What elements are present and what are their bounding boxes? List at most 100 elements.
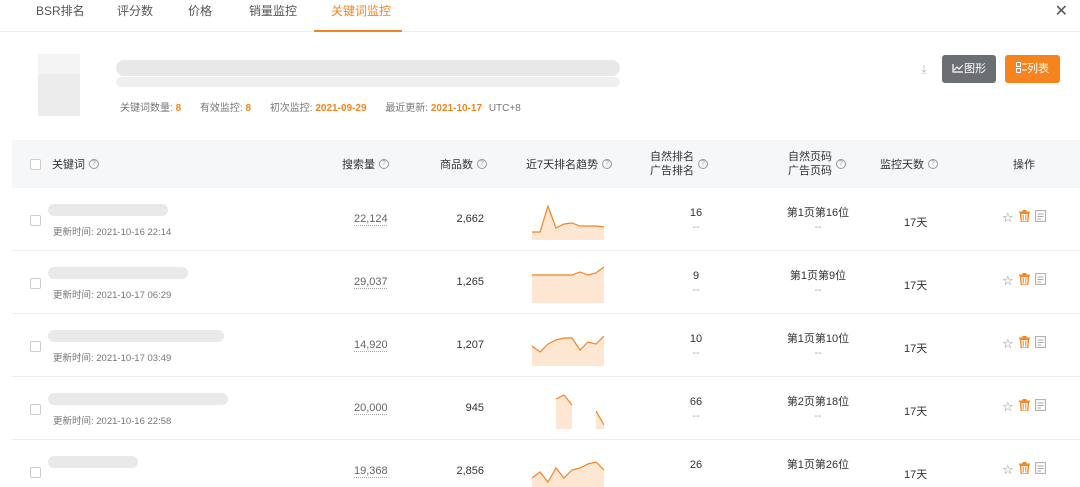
col-keyword-label: 关键词 [52, 156, 85, 172]
row-actions: ☆ [1002, 462, 1046, 478]
chart-view-button[interactable]: 图形 [942, 55, 996, 83]
product-title-redacted [116, 60, 620, 76]
row-checkbox[interactable] [30, 404, 41, 415]
goods-count: 1,207 [424, 339, 484, 351]
close-icon[interactable]: ✕ [1055, 2, 1068, 22]
rank-cell: 66 -- [676, 395, 716, 423]
valid-monitor-label: 有效监控: [200, 103, 243, 114]
col-search-volume: 搜索量? [342, 140, 389, 188]
keyword-text-redacted[interactable] [48, 204, 168, 216]
tab-rating-count[interactable]: 评分数 [117, 0, 153, 32]
goods-count: 945 [424, 402, 484, 414]
ad-rank: -- [676, 283, 716, 297]
help-icon[interactable]: ? [89, 159, 99, 169]
ad-page: -- [778, 409, 858, 423]
natural-page: 第1页第16位 [778, 206, 858, 220]
page-cell: 第1页第16位 -- [778, 206, 858, 234]
trend-area [532, 336, 604, 366]
keyword-text-redacted[interactable] [48, 456, 138, 468]
product-subtitle-redacted [116, 77, 620, 87]
help-icon[interactable]: ? [928, 159, 938, 169]
help-icon[interactable]: ? [602, 159, 612, 169]
chart-line-icon [952, 63, 964, 73]
natural-rank: 9 [676, 269, 716, 283]
star-icon[interactable]: ☆ [1002, 210, 1014, 226]
col-search-label: 搜索量 [342, 156, 375, 172]
trash-icon[interactable] [1019, 399, 1030, 415]
page-cell: 第1页第10位 -- [778, 332, 858, 360]
trend-sparkline[interactable] [532, 326, 604, 366]
table-row: 19,368 2,856 26 第1页第26位 17天 ☆ [12, 440, 1080, 487]
trash-icon[interactable] [1019, 336, 1030, 352]
note-icon[interactable] [1035, 462, 1046, 478]
goods-count: 2,856 [424, 465, 484, 477]
note-icon[interactable] [1035, 210, 1046, 226]
trash-icon[interactable] [1019, 273, 1030, 289]
list-view-label: 列表 [1027, 63, 1049, 75]
trend-sparkline[interactable] [532, 389, 604, 429]
tab-sales-monitor[interactable]: 销量监控 [249, 0, 297, 32]
trend-line [532, 267, 604, 275]
search-volume[interactable]: 22,124 [354, 213, 388, 225]
tab-bsr-rank[interactable]: BSR排名 [36, 0, 85, 32]
note-icon[interactable] [1035, 336, 1046, 352]
ad-page: -- [778, 220, 858, 234]
tab-price[interactable]: 价格 [188, 0, 212, 32]
help-icon[interactable]: ? [698, 159, 708, 169]
row-checkbox[interactable] [30, 215, 41, 226]
search-volume[interactable]: 19,368 [354, 465, 388, 477]
row-checkbox[interactable] [30, 467, 41, 478]
keyword-count-label: 关键词数量: [120, 103, 173, 114]
note-icon[interactable] [1035, 399, 1046, 415]
row-checkbox[interactable] [30, 278, 41, 289]
search-volume[interactable]: 29,037 [354, 276, 388, 288]
col-actions-label: 操作 [1013, 156, 1035, 172]
trash-icon[interactable] [1019, 462, 1030, 478]
select-all-checkbox[interactable] [30, 159, 41, 170]
help-icon[interactable]: ? [379, 159, 389, 169]
timezone-label: UTC+8 [489, 103, 521, 114]
col-rank: 自然排名 广告排名? [650, 140, 708, 188]
updated-time: 更新时间: 2021-10-17 06:29 [53, 287, 171, 301]
row-actions: ☆ [1002, 210, 1046, 226]
keyword-text-redacted[interactable] [48, 267, 188, 279]
natural-rank: 66 [676, 395, 716, 409]
star-icon[interactable]: ☆ [1002, 273, 1014, 289]
last-update-label: 最近更新: [385, 103, 428, 114]
trend-sparkline[interactable] [532, 263, 604, 303]
rank-cell: 16 -- [676, 206, 716, 234]
goods-count: 2,662 [424, 213, 484, 225]
natural-page: 第1页第26位 [778, 458, 858, 472]
chart-view-label: 图形 [964, 63, 986, 75]
natural-rank: 10 [676, 332, 716, 346]
natural-rank: 26 [676, 458, 716, 472]
page-cell: 第1页第9位 -- [778, 269, 858, 297]
keyword-count-value: 8 [176, 103, 182, 114]
note-icon[interactable] [1035, 273, 1046, 289]
star-icon[interactable]: ☆ [1002, 462, 1014, 478]
page-cell: 第2页第18位 -- [778, 395, 858, 423]
trend-sparkline[interactable] [532, 452, 604, 487]
list-view-button[interactable]: 列表 [1005, 55, 1060, 83]
search-volume[interactable]: 20,000 [354, 402, 388, 414]
row-actions: ☆ [1002, 336, 1046, 352]
star-icon[interactable]: ☆ [1002, 336, 1014, 352]
download-icon[interactable]: ⤓ [916, 62, 932, 78]
col-keyword: 关键词? [52, 140, 99, 188]
keyword-text-redacted[interactable] [48, 393, 228, 405]
col-ad-page-label: 广告页码 [788, 165, 832, 177]
trash-icon[interactable] [1019, 210, 1030, 226]
col-days-label: 监控天数 [880, 156, 924, 172]
row-checkbox[interactable] [30, 341, 41, 352]
trend-sparkline[interactable] [532, 200, 604, 240]
trend-area [532, 267, 604, 303]
help-icon[interactable]: ? [477, 159, 487, 169]
rank-cell: 26 [676, 458, 716, 472]
keyword-text-redacted[interactable] [48, 330, 224, 342]
col-natural-page-label: 自然页码 [788, 151, 832, 163]
help-icon[interactable]: ? [836, 159, 846, 169]
star-icon[interactable]: ☆ [1002, 399, 1014, 415]
search-volume[interactable]: 14,920 [354, 339, 388, 351]
natural-rank: 16 [676, 206, 716, 220]
tab-keyword-monitor[interactable]: 关键词监控 [331, 0, 391, 32]
